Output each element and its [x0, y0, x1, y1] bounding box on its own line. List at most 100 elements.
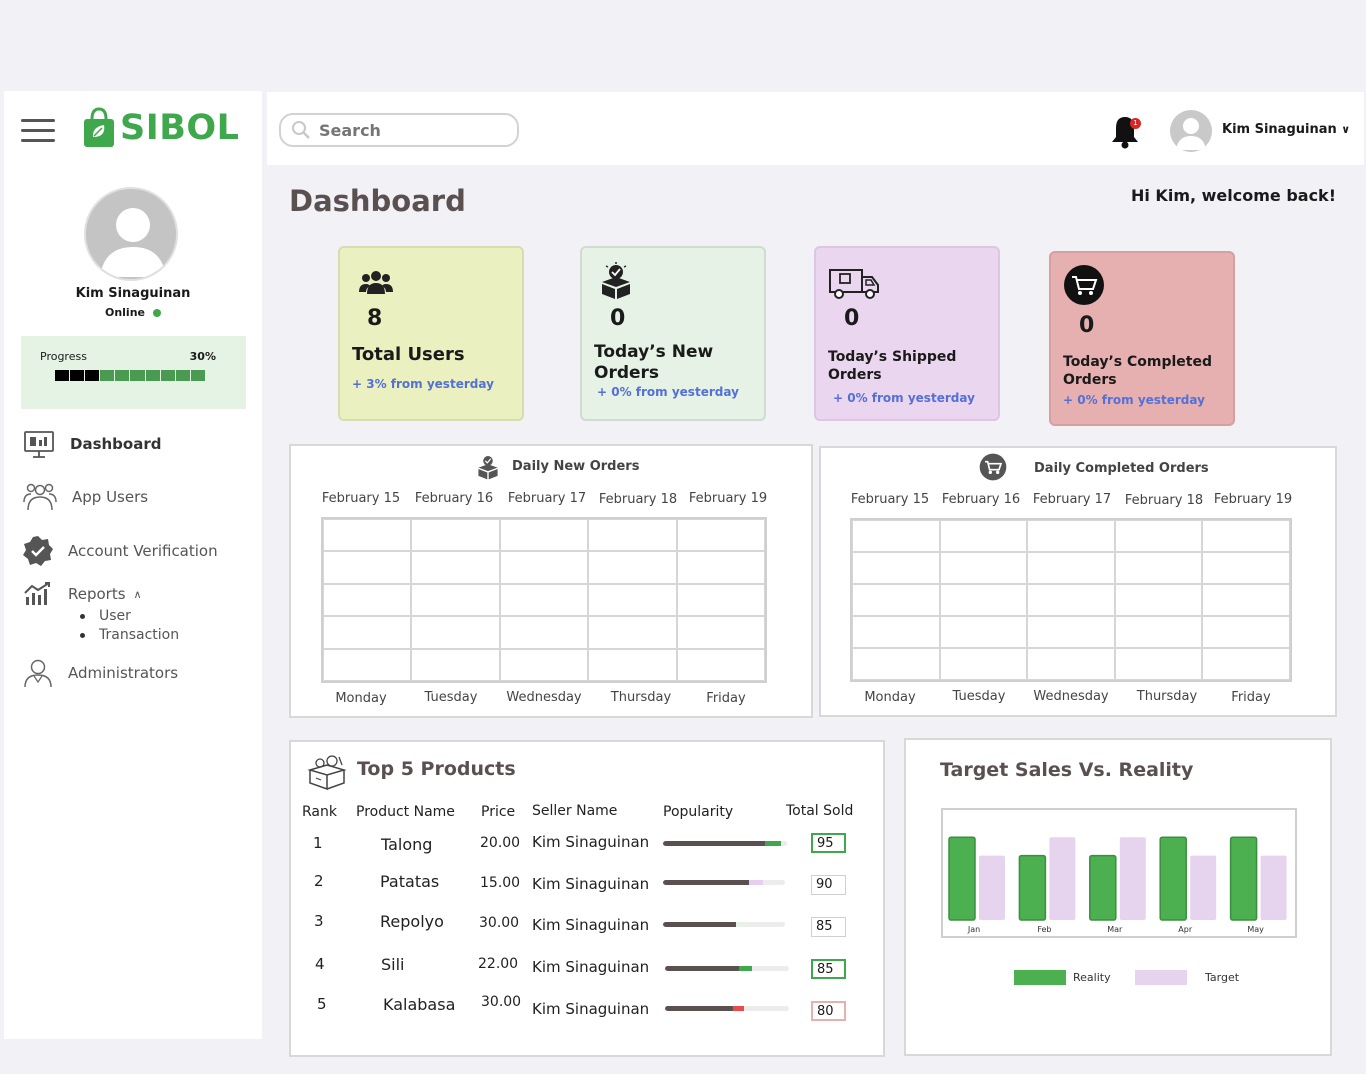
stat-card-completed-orders[interactable]: 0 Today’s Completed Orders + 0% from yes…	[1049, 251, 1235, 426]
x-tick-label: Jan	[967, 925, 980, 934]
sales-bar-chart: Jan Feb Mar Apr May	[948, 836, 1287, 934]
day-label: Monday	[864, 690, 916, 705]
nav-label-dashboard: Dashboard	[70, 435, 162, 453]
nav-item-app-users[interactable]: App Users	[22, 480, 148, 514]
cart-circle-icon	[979, 453, 1007, 481]
column-header: Rank	[302, 804, 337, 820]
nav-item-account-verification[interactable]: Account Verification	[22, 535, 218, 567]
legend-label: Target	[1205, 971, 1240, 984]
profile-status: Online	[4, 306, 262, 319]
logo[interactable]: SIBOL	[82, 107, 239, 149]
stat-card-shipped-orders[interactable]: 0 Today’s Shipped Orders + 0% from yeste…	[814, 246, 1000, 421]
hamburger-menu-icon[interactable]	[21, 119, 55, 143]
price-cell: 20.00	[480, 835, 521, 851]
bar-target-feb	[1049, 837, 1076, 920]
product-name-cell: Kalabasa	[383, 995, 456, 1014]
stat-title: Today’s Shipped Orders	[828, 349, 957, 383]
daily-new-orders-panel: Daily New Orders February 15 February 16…	[289, 444, 813, 718]
new-order-box-icon	[602, 262, 630, 299]
column-header: Product Name	[356, 804, 455, 820]
seller-cell: Kim Sinaguinan	[532, 1000, 650, 1018]
price-cell: 30.00	[481, 994, 522, 1010]
nav-label-administrators: Administrators	[68, 664, 179, 682]
date-label: February 15	[321, 491, 401, 506]
progress-segment	[100, 370, 115, 381]
rank-cell: 4	[315, 955, 325, 973]
seller-cell: Kim Sinaguinan	[532, 875, 650, 893]
day-label: Wednesday	[506, 690, 582, 705]
date-label: February 16	[941, 492, 1021, 507]
date-label: February 19	[688, 491, 768, 506]
day-label: Thursday	[1136, 689, 1198, 704]
panel-title: Daily New Orders	[512, 459, 640, 474]
nav-subitem-user[interactable]: User	[80, 608, 131, 624]
daily-completed-orders-panel: Daily Completed Orders February 15 Febru…	[819, 446, 1337, 717]
date-label: February 17	[507, 491, 587, 506]
search-input[interactable]	[319, 120, 509, 140]
users-group-icon	[359, 271, 393, 294]
nav-item-reports[interactable]: Reports ∧	[22, 581, 142, 607]
avatar[interactable]	[1170, 110, 1212, 152]
delivery-truck-icon	[829, 269, 879, 299]
seller-cell: Kim Sinaguinan	[532, 958, 650, 976]
day-label: Wednesday	[1033, 689, 1109, 704]
progress-bar	[55, 370, 205, 381]
nav-label-app-users: App Users	[72, 488, 149, 506]
x-tick-label: May	[1247, 925, 1264, 934]
total-sold-cell: 95	[811, 833, 846, 853]
bar-target-mar	[1119, 837, 1146, 920]
day-label: Friday	[1231, 690, 1271, 705]
date-label: February 15	[850, 492, 930, 507]
nav-item-dashboard[interactable]: Dashboard	[22, 429, 161, 459]
progress-card: Progress 30%	[21, 336, 246, 409]
bar-reality-feb	[1018, 854, 1047, 921]
bar-reality-apr	[1159, 836, 1187, 921]
page-title: Dashboard	[289, 184, 466, 218]
date-label: February 18	[1124, 493, 1204, 508]
stat-value: 0	[844, 306, 860, 331]
rank-cell: 5	[317, 995, 327, 1013]
nav-subitem-transaction[interactable]: Transaction	[80, 627, 179, 643]
seller-cell: Kim Sinaguinan	[532, 916, 650, 934]
date-label: February 16	[414, 491, 494, 506]
stat-change: + 0% from yesterday	[597, 385, 739, 399]
stat-card-total-users[interactable]: 8 Total Users + 3% from yesterday	[338, 246, 524, 421]
price-cell: 15.00	[480, 875, 521, 891]
profile-name: Kim Sinaguinan	[75, 286, 191, 301]
x-tick-label: Apr	[1178, 925, 1193, 934]
total-sold-cell: 80	[811, 1001, 846, 1021]
admin-user-icon	[24, 659, 52, 688]
chevron-up-icon: ∧	[133, 587, 142, 601]
user-menu[interactable]: Kim Sinaguinan ∨	[1222, 122, 1350, 137]
stat-change: + 3% from yesterday	[352, 377, 494, 391]
user-name: Kim Sinaguinan	[1222, 122, 1337, 137]
stat-value: 0	[1079, 313, 1095, 338]
progress-segment	[160, 370, 175, 381]
target-sales-panel: Target Sales Vs. Reality Jan Feb Mar Apr May…	[904, 738, 1332, 1056]
stat-value: 0	[610, 306, 626, 331]
search-box[interactable]	[279, 113, 519, 147]
notification-bell[interactable]: 1	[1110, 114, 1141, 150]
legend-label: Reality	[1073, 971, 1111, 984]
search-icon	[292, 121, 310, 139]
progress-label: Progress	[40, 350, 87, 363]
bar-reality-jan	[948, 836, 976, 921]
progress-segment	[145, 370, 160, 381]
shopping-bag-logo-icon	[84, 107, 114, 147]
progress-percent: 30%	[189, 350, 216, 363]
avatar[interactable]	[84, 187, 178, 281]
chart-frame: Jan Feb Mar Apr May	[941, 808, 1297, 938]
nav-item-administrators[interactable]: Administrators	[22, 657, 178, 689]
product-name-cell: Talong	[381, 835, 433, 854]
nav-label-account-verification: Account Verification	[68, 542, 218, 560]
rank-cell: 3	[314, 912, 324, 930]
notification-badge: 1	[1130, 118, 1141, 129]
user-avatar-icon	[100, 208, 166, 277]
new-order-box-icon	[478, 456, 498, 480]
column-header: Seller Name	[532, 803, 618, 819]
rank-cell: 1	[313, 834, 323, 852]
online-dot-icon	[153, 309, 161, 317]
users-icon	[23, 483, 57, 511]
column-header: Price	[481, 804, 516, 820]
stat-card-new-orders[interactable]: 0 Today’s New Orders + 0% from yesterday	[580, 246, 766, 421]
